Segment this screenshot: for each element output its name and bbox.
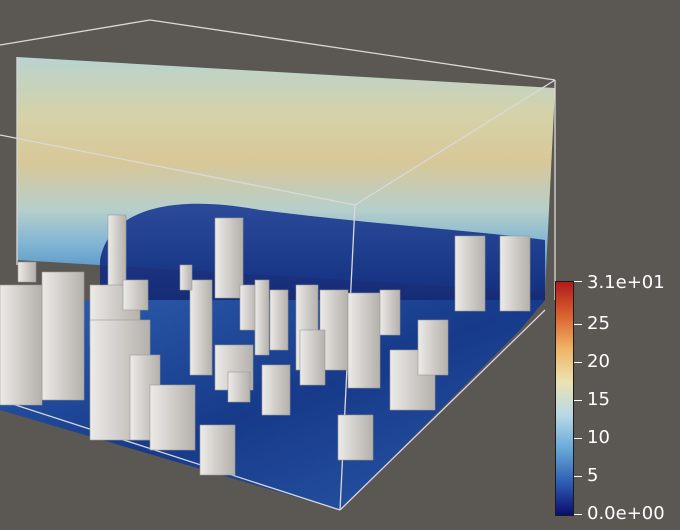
legend-tick <box>574 438 582 439</box>
legend-tick-label: 25 <box>587 313 610 334</box>
building <box>347 292 381 389</box>
colorbar <box>555 281 574 516</box>
building <box>107 214 127 291</box>
legend-tick <box>574 324 582 325</box>
legend-tick <box>574 400 582 401</box>
building <box>499 235 531 312</box>
building <box>17 261 37 283</box>
building <box>254 279 270 356</box>
building <box>299 329 326 386</box>
building <box>179 264 193 291</box>
building <box>199 424 236 476</box>
legend-tick-label: 10 <box>587 427 610 448</box>
building <box>454 235 486 312</box>
building <box>261 364 291 416</box>
legend-tick <box>574 514 582 515</box>
building <box>269 289 289 351</box>
building <box>0 284 43 406</box>
building <box>227 371 251 403</box>
building <box>41 271 85 401</box>
legend-tick-label: 15 <box>587 389 610 410</box>
legend-tick <box>574 476 582 477</box>
legend-tick-label: 20 <box>587 351 610 372</box>
legend-max-label: 3.1e+01 <box>587 272 665 293</box>
legend-tick <box>574 281 582 282</box>
legend-min-label: 0.0e+00 <box>587 503 665 524</box>
render-viewport[interactable]: 3.1e+01 25 20 15 10 5 0.0e+00 <box>0 0 680 530</box>
building <box>122 279 149 311</box>
building <box>417 319 449 376</box>
building <box>189 279 213 376</box>
color-legend: 3.1e+01 25 20 15 10 5 0.0e+00 <box>555 274 680 524</box>
building <box>214 217 244 299</box>
legend-tick <box>574 362 582 363</box>
building <box>337 414 374 461</box>
building <box>149 384 196 451</box>
building <box>379 289 401 336</box>
legend-tick-label: 5 <box>587 465 599 486</box>
